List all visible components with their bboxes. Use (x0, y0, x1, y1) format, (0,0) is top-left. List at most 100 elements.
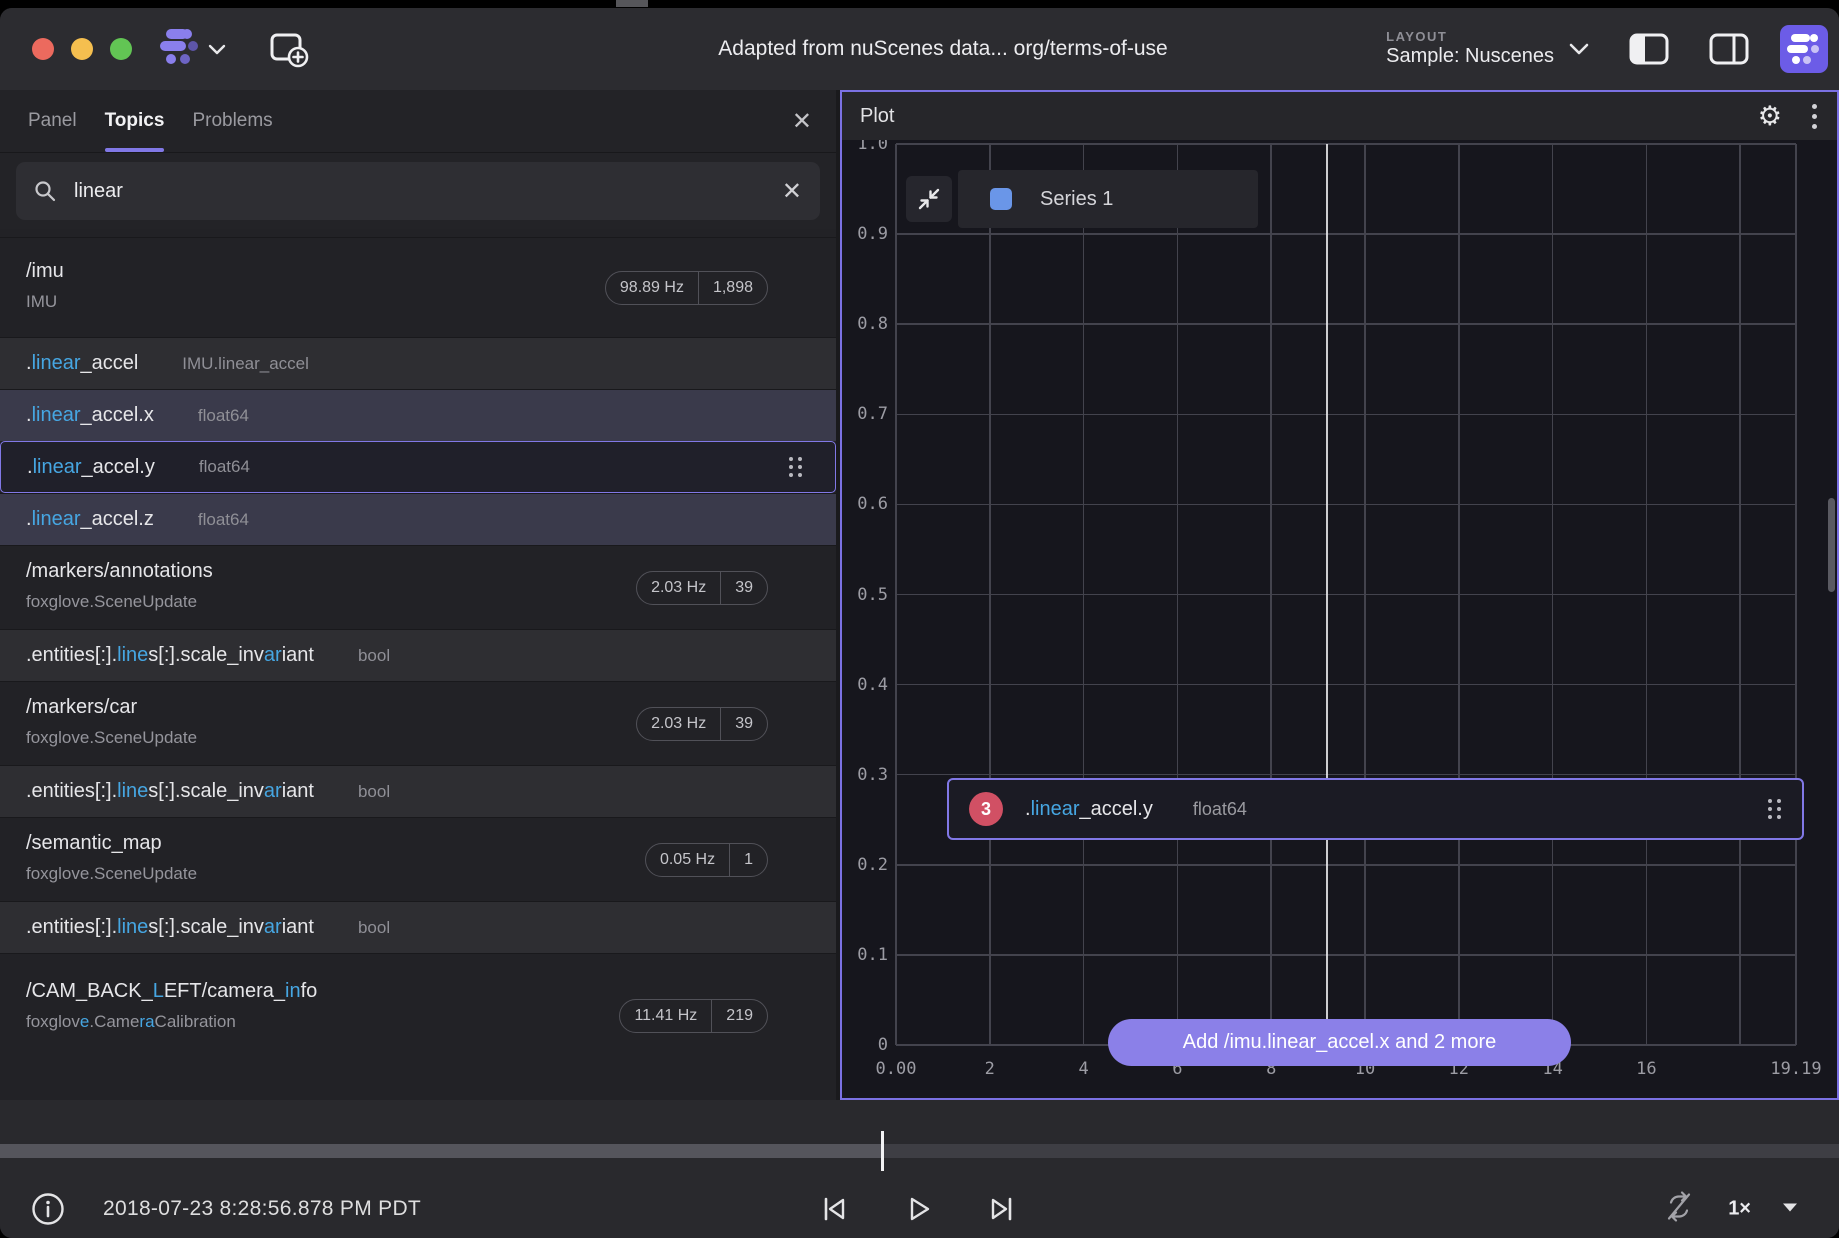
drag-chip-path: .linear_accel.y (1025, 798, 1153, 821)
drag-preview-chip[interactable]: 3 .linear_accel.y float64 (947, 778, 1804, 840)
plot-panel-title: Plot (860, 105, 1758, 128)
search-input[interactable] (72, 179, 782, 204)
seek-end-button[interactable] (985, 1192, 1019, 1226)
topic-row[interactable]: /markers/carfoxglove.SceneUpdate2.03 Hz3… (0, 681, 836, 765)
field-type: float64 (199, 457, 250, 477)
timeline-scrubber[interactable] (0, 1144, 1839, 1158)
gridline-horizontal (896, 143, 1796, 145)
series-color-swatch (990, 188, 1012, 210)
message-path-row[interactable]: .entities[:].lines[:].scale_invariantboo… (0, 901, 836, 953)
message-path-row[interactable]: .entities[:].lines[:].scale_invariantboo… (0, 629, 836, 681)
drag-chip-type: float64 (1193, 799, 1247, 820)
layout-value: Sample: Nuscenes (1386, 45, 1554, 68)
topic-row[interactable]: /CAM_BACK_LEFT/camera_infofoxglove.Camer… (0, 953, 836, 1100)
y-axis-tick-label: 0.8 (857, 314, 888, 334)
foxglove-logo-icon (160, 28, 202, 71)
drag-handle-icon[interactable] (789, 457, 803, 477)
panel-menu-icon[interactable] (1808, 100, 1821, 133)
close-window-button[interactable] (32, 38, 54, 60)
seek-start-button[interactable] (817, 1192, 851, 1226)
info-icon (30, 1191, 66, 1227)
y-axis-tick-label: 0.4 (857, 675, 888, 695)
settings-gear-icon[interactable]: ⚙ (1758, 103, 1782, 130)
loop-off-icon (1660, 1188, 1698, 1226)
chart-playhead-line[interactable] (1326, 144, 1328, 1045)
caret-down-icon (1781, 1201, 1799, 1213)
play-button[interactable] (901, 1192, 935, 1226)
message-path-row[interactable]: .linear_accel.y float64 (0, 441, 836, 493)
topic-row[interactable]: /semantic_mapfoxglove.SceneUpdate0.05 Hz… (0, 817, 836, 901)
layout-selector[interactable]: LAYOUT Sample: Nuscenes (1386, 30, 1554, 68)
message-path-row[interactable]: .entities[:].lines[:].scale_invariantboo… (0, 765, 836, 817)
topic-stats-badge: 11.41 Hz219 (619, 999, 768, 1033)
speed-dropdown-caret[interactable] (1781, 1200, 1799, 1218)
topic-stats-badge: 2.03 Hz39 (636, 707, 768, 741)
tab-panel[interactable]: Panel (28, 90, 77, 152)
topic-row[interactable]: /markers/annotationsfoxglove.SceneUpdate… (0, 545, 836, 629)
message-path-row[interactable]: .linear_accel.xfloat64 (0, 389, 836, 441)
playback-controls: 2018-07-23 8:28:56.878 PM PDT (0, 1172, 1839, 1238)
field-type: bool (358, 646, 390, 666)
topic-stats-badge: 0.05 Hz1 (645, 843, 768, 877)
x-axis-tick-label: 16 (1636, 1059, 1656, 1079)
legend-collapse-button[interactable] (906, 176, 952, 222)
tab-topics[interactable]: Topics (105, 90, 165, 152)
left-sidebar-toggle-button[interactable] (1628, 32, 1670, 66)
topic-stats-badge: 2.03 Hz39 (636, 571, 768, 605)
clear-search-icon[interactable]: ✕ (782, 177, 802, 206)
close-sidebar-icon[interactable]: ✕ (792, 90, 812, 152)
y-axis-tick-label: 0 (878, 1035, 888, 1055)
sidebar-tabbar: Panel Topics Problems ✕ (0, 90, 836, 153)
message-path: .linear_accel.y (27, 456, 155, 479)
title-bar: Adapted from nuScenes data... org/terms-… (0, 8, 1839, 90)
search-box[interactable]: ✕ (16, 162, 820, 220)
message-path-row[interactable]: .linear_accelIMU.linear_accel (0, 337, 836, 389)
add-series-button[interactable]: Add /imu.linear_accel.x and 2 more (1108, 1019, 1571, 1066)
skip-to-start-icon (817, 1192, 851, 1226)
series-label: Series 1 (1040, 188, 1113, 211)
playback-speed-value[interactable]: 1× (1728, 1198, 1751, 1221)
y-axis-tick-label: 0.9 (857, 224, 888, 244)
field-type: bool (358, 918, 390, 938)
right-sidebar-toggle-button[interactable] (1708, 32, 1750, 66)
chart-area[interactable]: 1.00.90.80.70.60.50.40.30.20.100.0024681… (896, 144, 1796, 1045)
message-path-row[interactable]: .linear_accel.zfloat64 (0, 493, 836, 545)
gridline-horizontal (896, 864, 1796, 866)
loop-disabled-button[interactable] (1660, 1188, 1698, 1231)
message-count: 219 (711, 1000, 767, 1032)
field-type: float64 (198, 510, 249, 530)
gridline-horizontal (896, 323, 1796, 325)
gridline-horizontal (896, 954, 1796, 956)
timeline-progress (0, 1144, 883, 1158)
message-count: 1,898 (698, 272, 767, 304)
x-axis-tick-label: 4 (1078, 1059, 1088, 1079)
field-type: IMU.linear_accel (182, 354, 309, 374)
drag-handle-icon[interactable] (1768, 799, 1782, 819)
plot-body: 1.00.90.80.70.60.50.40.30.20.100.0024681… (842, 140, 1837, 1098)
message-count: 39 (720, 708, 767, 740)
topic-row[interactable]: /imuIMU98.89 Hz1,898 (0, 237, 836, 337)
field-type: bool (358, 782, 390, 802)
left-sidebar-icon (1628, 32, 1670, 66)
current-timestamp[interactable]: 2018-07-23 8:28:56.878 PM PDT (103, 1197, 421, 1221)
frequency-value: 98.89 Hz (606, 272, 698, 304)
timeline-playhead[interactable] (881, 1131, 884, 1171)
app-menu-button[interactable] (160, 28, 226, 71)
tab-problems[interactable]: Problems (192, 90, 272, 152)
add-panel-button[interactable] (268, 29, 310, 69)
zoom-window-button[interactable] (110, 38, 132, 60)
info-button[interactable] (30, 1191, 66, 1227)
account-avatar-button[interactable] (1780, 25, 1828, 73)
plot-scrollbar-thumb[interactable] (1828, 498, 1835, 592)
minimize-window-button[interactable] (71, 38, 93, 60)
gridline-horizontal (896, 414, 1796, 416)
frequency-value: 2.03 Hz (637, 572, 720, 604)
gridline-horizontal (896, 594, 1796, 596)
frequency-value: 2.03 Hz (637, 708, 720, 740)
legend-item-series1[interactable]: Series 1 (958, 170, 1258, 228)
y-axis-tick-label: 0.5 (857, 585, 888, 605)
chevron-down-icon[interactable] (1568, 42, 1590, 56)
message-path: .linear_accel.x (26, 404, 154, 427)
plot-panel-header[interactable]: Plot ⚙ (842, 92, 1837, 140)
y-axis-tick-label: 0.7 (857, 404, 888, 424)
